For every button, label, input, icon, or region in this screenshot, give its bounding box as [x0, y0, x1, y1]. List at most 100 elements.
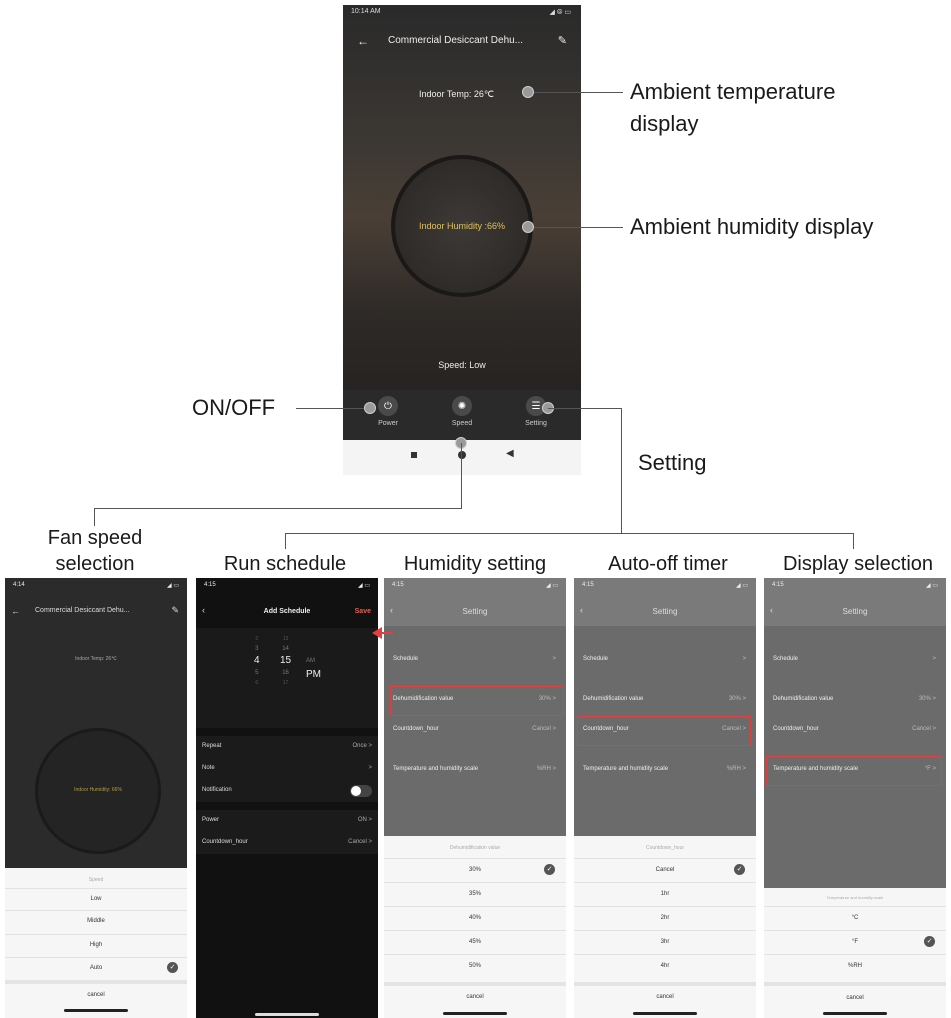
- check-icon: ✓: [544, 864, 555, 875]
- status-time: 4:15: [772, 582, 784, 588]
- row-note[interactable]: Note >: [196, 758, 378, 780]
- option-45[interactable]: 45%: [384, 932, 566, 952]
- option-fahrenheit[interactable]: °F: [764, 932, 946, 952]
- cancel-button[interactable]: cancel: [574, 987, 756, 1007]
- indoor-temp: Indoor Temp: 26℃: [75, 656, 117, 662]
- phone-display-selection: 4:15 ◢ ▭ ‹ Setting Schedule > Dehumidific…: [764, 578, 946, 1018]
- option-high[interactable]: High: [5, 935, 187, 955]
- home-icon[interactable]: [458, 451, 466, 459]
- row-countdown[interactable]: Countdown_hour Cancel >: [196, 832, 378, 854]
- bracket-setting-h: [285, 533, 854, 534]
- status-time: 4:14: [13, 582, 25, 588]
- option-middle[interactable]: Middle: [5, 911, 187, 931]
- pencil-icon[interactable]: ✎: [171, 605, 179, 616]
- option-low[interactable]: Low: [5, 889, 187, 909]
- option-1hr[interactable]: 1hr: [574, 884, 756, 904]
- home-indicator: [823, 1012, 887, 1015]
- row-schedule[interactable]: Schedule >: [384, 648, 566, 672]
- phone-humidity-setting: 4:15 ◢ ▭ ‹ Setting Schedule > Dehumidific…: [384, 578, 566, 1018]
- option-40[interactable]: 40%: [384, 908, 566, 928]
- highlight-box: [766, 756, 942, 786]
- notification-toggle[interactable]: [350, 785, 372, 797]
- caption-fan-line2: selection: [55, 553, 135, 575]
- option-cancel[interactable]: Cancel: [574, 860, 756, 880]
- app-header: ← Commercial Desiccant Dehu... ✎: [343, 31, 581, 53]
- back-triangle-icon[interactable]: ◀: [506, 448, 514, 459]
- callout-temp-line2: display: [630, 111, 699, 136]
- option-auto[interactable]: Auto: [5, 958, 187, 978]
- pencil-icon[interactable]: ✎: [558, 34, 567, 47]
- row-schedule[interactable]: Schedule >: [764, 648, 946, 672]
- callout-setting: Setting: [638, 450, 707, 475]
- status-icons: ◢ ▭: [546, 583, 558, 589]
- callout-ambient-temperature: Ambient temperature display: [630, 76, 835, 140]
- leader-line-speed-v: [461, 443, 462, 509]
- row-repeat[interactable]: Repeat Once >: [196, 736, 378, 758]
- speed-label: Speed: [451, 420, 473, 427]
- option-celsius[interactable]: °C: [764, 908, 946, 928]
- option-rh[interactable]: %RH: [764, 956, 946, 976]
- page-title: Setting: [652, 607, 678, 616]
- marker-dot-temp: [522, 86, 534, 98]
- recent-apps-icon[interactable]: [411, 452, 417, 458]
- row-power[interactable]: Power ON >: [196, 810, 378, 832]
- highlight-box: [390, 686, 564, 716]
- home-indicator: [64, 1009, 128, 1012]
- row-scale[interactable]: Temperature and humidity scale %RH >: [384, 758, 566, 782]
- row-notification: Notification: [196, 780, 378, 802]
- row-countdown-hour[interactable]: Countdown_hour Cancel >: [384, 718, 566, 742]
- cancel-button[interactable]: cancel: [764, 988, 946, 1008]
- check-icon: ✓: [167, 962, 178, 973]
- scale-sheet: Temperature and humidity scale °C °F ✓ %…: [764, 888, 946, 1018]
- leader-line-humidity: [528, 227, 623, 228]
- callout-temp-line1: Ambient temperature: [630, 79, 836, 104]
- bracket-drop-display: [853, 533, 854, 549]
- home-indicator: [443, 1012, 507, 1015]
- device-title: Commercial Desiccant Dehu...: [388, 35, 524, 46]
- leader-line-setting-h: [548, 408, 622, 409]
- status-icons: ◢ ▭: [167, 583, 179, 589]
- cancel-button[interactable]: cancel: [5, 985, 187, 1005]
- phone-run-schedule: 4:15 ◢ ▭ ‹ Add Schedule Save 2 3 4 5 6 1…: [196, 578, 378, 1018]
- row-dehumidification-value[interactable]: Dehumidification value 30% >: [764, 688, 946, 712]
- save-button[interactable]: Save: [355, 608, 371, 615]
- cancel-button[interactable]: cancel: [384, 987, 566, 1007]
- highlight-box: [577, 716, 751, 746]
- page-title: Add Schedule: [263, 608, 311, 615]
- sheet-title: Speed: [88, 877, 104, 883]
- page-title: Setting: [842, 607, 868, 616]
- option-50[interactable]: 50%: [384, 956, 566, 976]
- arrow-left-icon[interactable]: ←: [357, 34, 369, 48]
- option-2hr[interactable]: 2hr: [574, 908, 756, 928]
- speed-status: Speed: Low: [438, 360, 486, 370]
- indoor-humidity: Indoor Humidity :66%: [418, 221, 506, 231]
- speed-button[interactable]: ✺ Speed: [437, 396, 487, 427]
- row-dehumidification-value[interactable]: Dehumidification value 30% >: [574, 688, 756, 712]
- bottom-toolbar: ⏻ Power ✺ Speed ☰ Setting: [343, 390, 581, 440]
- countdown-sheet: Countdown_hour Cancel ✓ 1hr 2hr 3hr 4hr …: [574, 836, 756, 1018]
- row-schedule[interactable]: Schedule >: [574, 648, 756, 672]
- option-3hr[interactable]: 3hr: [574, 932, 756, 952]
- row-countdown-hour[interactable]: Countdown_hour Cancel >: [764, 718, 946, 742]
- row-scale[interactable]: Temperature and humidity scale %RH >: [574, 758, 756, 782]
- option-30[interactable]: 30%: [384, 860, 566, 880]
- caption-humidity-setting: Humidity setting: [403, 553, 547, 575]
- status-time: 4:15: [392, 582, 404, 588]
- power-icon: ⏻: [378, 396, 398, 416]
- setting-button[interactable]: ☰ Setting: [511, 396, 561, 427]
- leader-line-speed-drop: [94, 508, 95, 526]
- status-time: 10:14 AM: [351, 8, 381, 15]
- sheet-title: Countdown_hour: [645, 845, 685, 851]
- arrow-left-icon[interactable]: ←: [11, 606, 20, 616]
- time-picker[interactable]: 2 3 4 5 6 13 14 15 16 17 AM PM: [196, 628, 378, 728]
- leader-line-setting-v: [621, 408, 622, 533]
- sheet-title: Temperature and humidity scale: [826, 895, 884, 900]
- status-icons: ◢ ▭: [926, 583, 938, 589]
- option-35[interactable]: 35%: [384, 884, 566, 904]
- picker-minutes: 13 14 15 16 17: [280, 636, 292, 686]
- marker-dot-power: [364, 402, 376, 414]
- bracket-drop-run: [285, 533, 286, 549]
- arrow-pointer-shaft: [381, 632, 393, 634]
- caption-fan-speed: Fan speed selection: [15, 525, 175, 577]
- option-4hr[interactable]: 4hr: [574, 956, 756, 976]
